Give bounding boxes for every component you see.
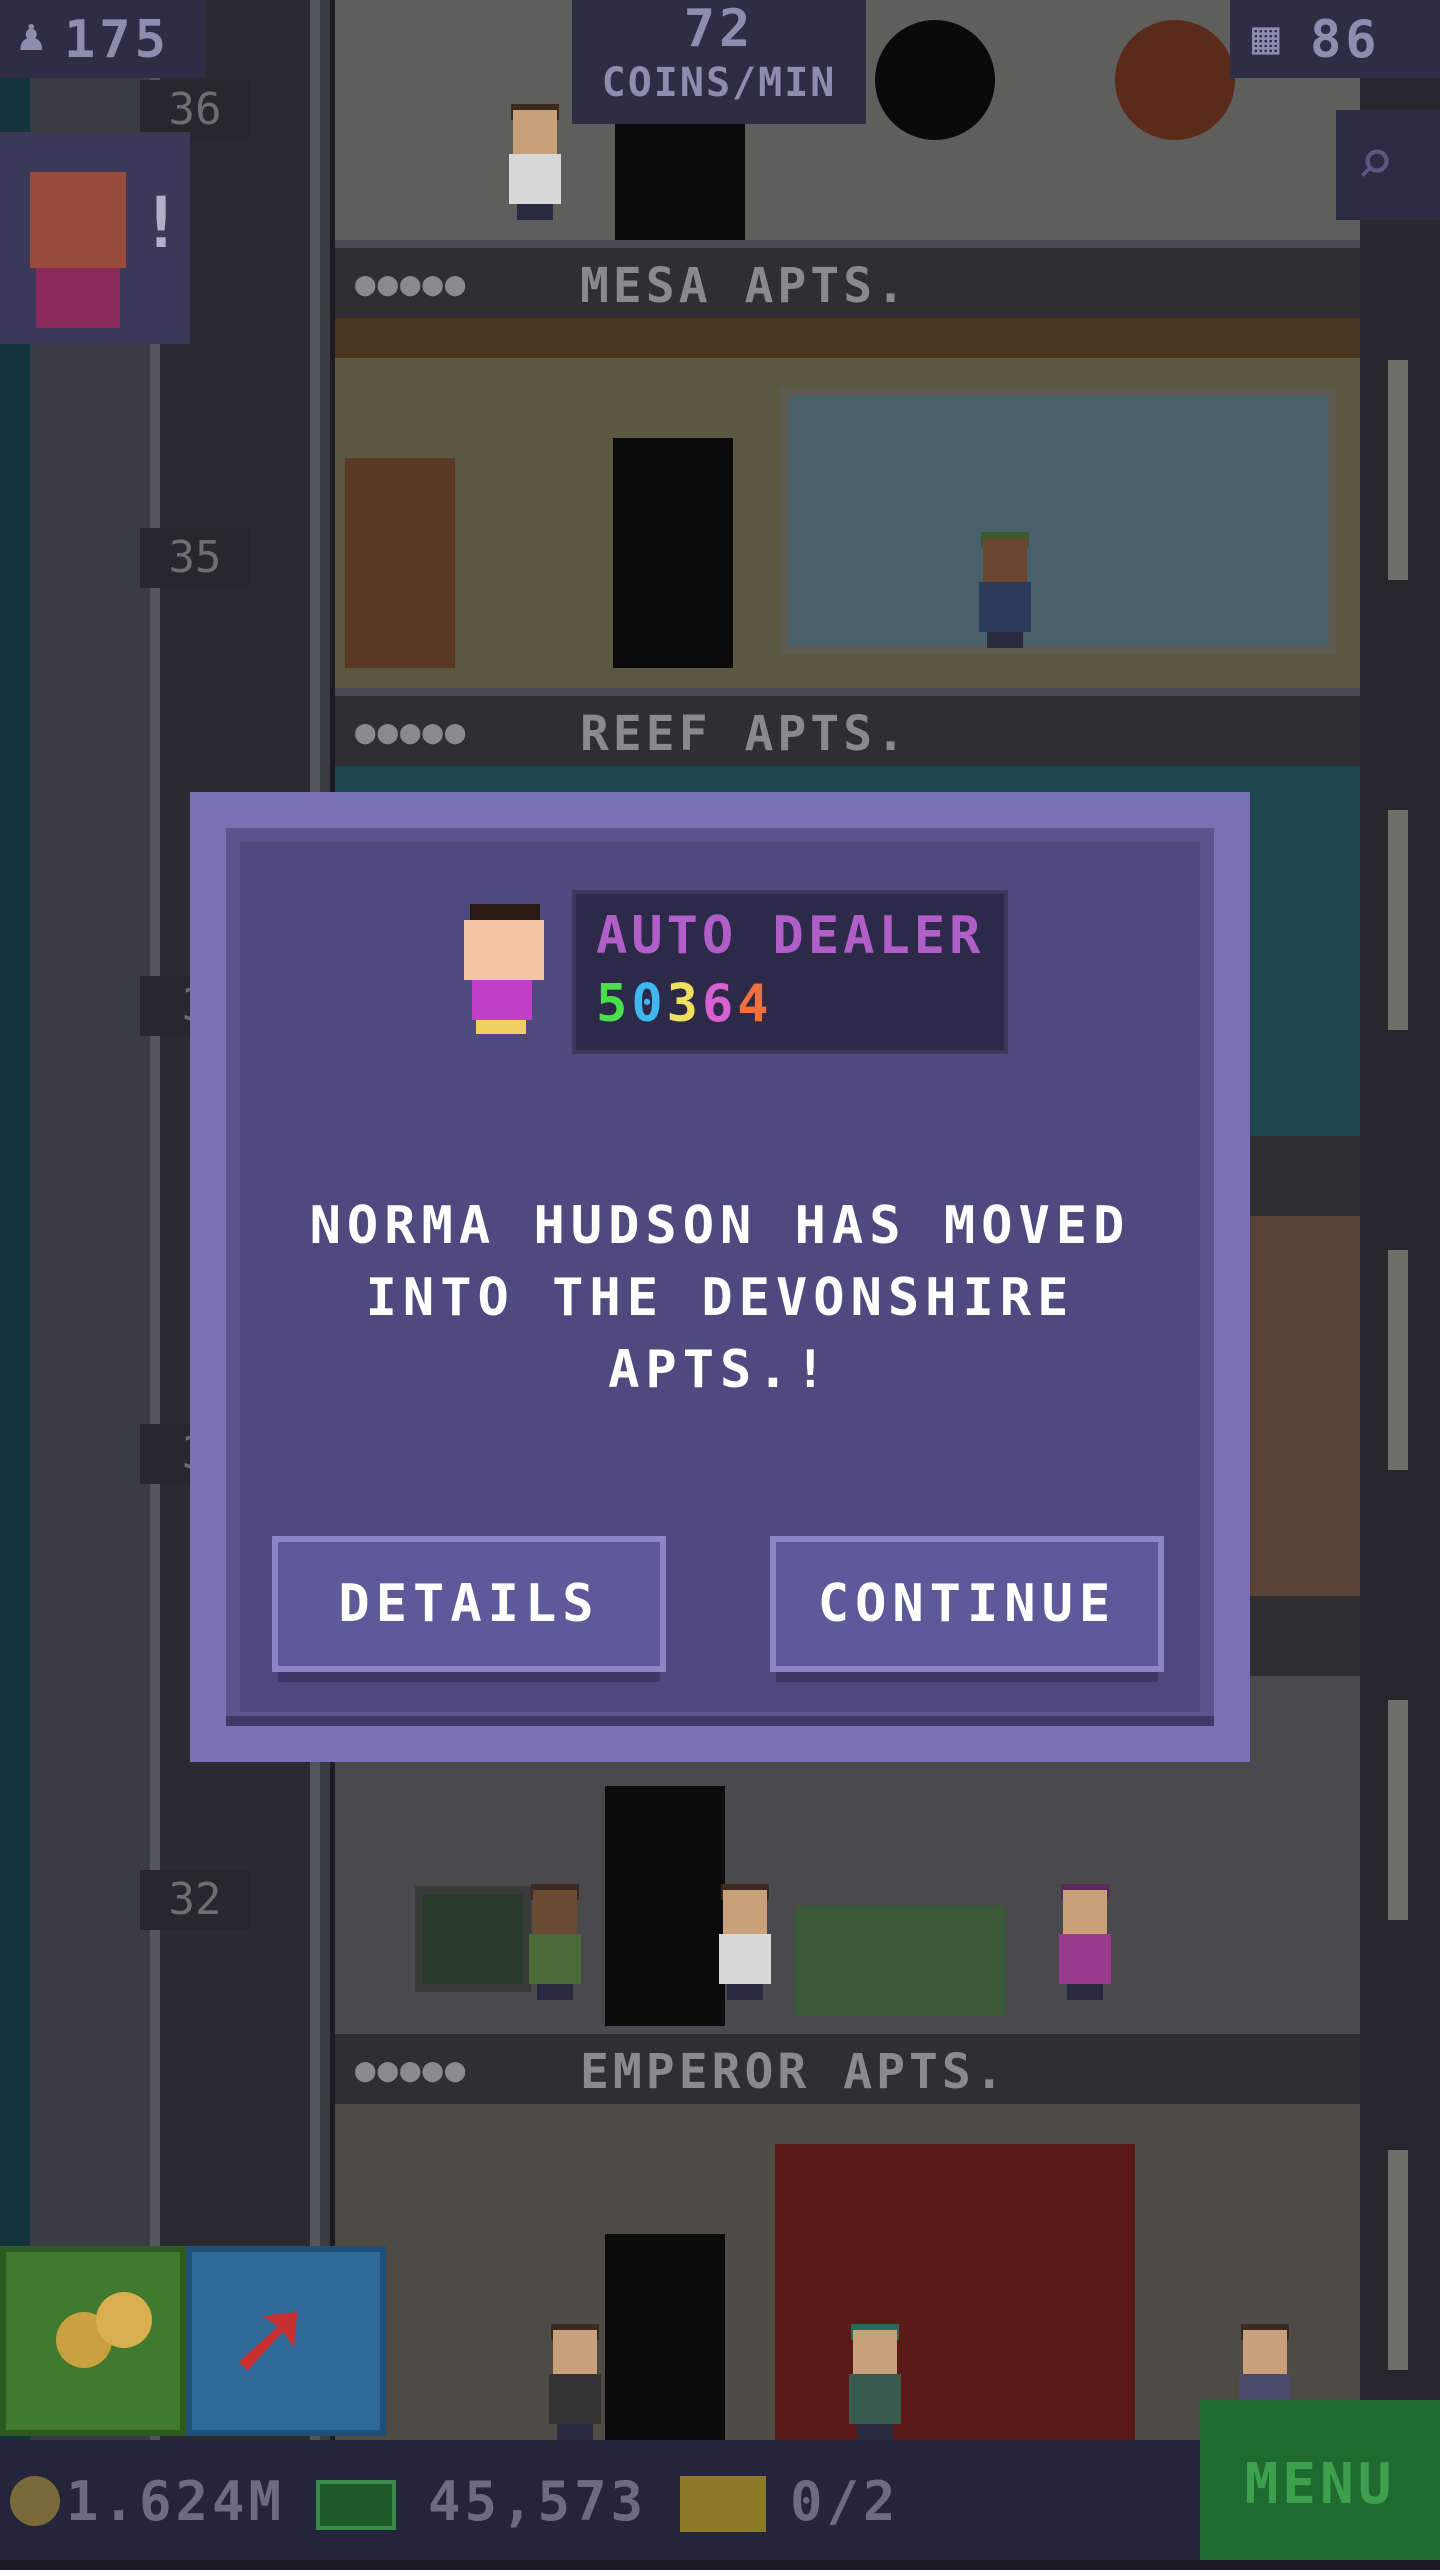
dream-job-digits: 50364 bbox=[596, 974, 773, 1034]
bux-icon bbox=[316, 2480, 396, 2530]
move-in-message: NORMA HUDSON HAS MOVED INTO THE DEVONSHI… bbox=[250, 1190, 1190, 1406]
tickets-value: 0/2 bbox=[790, 2470, 900, 2533]
skill-digit: 5 bbox=[596, 974, 632, 1034]
coins-value: 1.624M bbox=[66, 2470, 286, 2533]
skill-digit: 4 bbox=[737, 974, 773, 1034]
coin-icon bbox=[10, 2476, 60, 2526]
message-line: INTO THE DEVONSHIRE APTS.! bbox=[365, 1268, 1075, 1400]
elevator-up-button[interactable]: ➚ bbox=[186, 2246, 386, 2436]
menu-button[interactable]: MENU bbox=[1200, 2400, 1440, 2560]
job-badge: AUTO DEALER 50364 bbox=[572, 890, 1008, 1054]
ticket-icon bbox=[680, 2476, 766, 2532]
continue-button[interactable]: CONTINUE bbox=[770, 1536, 1164, 1682]
job-title: AUTO DEALER bbox=[596, 906, 985, 966]
message-line: NORMA HUDSON HAS MOVED bbox=[309, 1196, 1131, 1256]
skill-digit: 6 bbox=[701, 974, 738, 1034]
arrow-up-right-icon: ➚ bbox=[232, 2272, 305, 2411]
skill-digit: 0 bbox=[631, 974, 667, 1034]
resident-avatar bbox=[452, 904, 552, 1044]
coins-collect-button[interactable] bbox=[0, 2246, 186, 2436]
bux-value: 45,573 bbox=[428, 2470, 648, 2533]
details-button[interactable]: DETAILS bbox=[272, 1536, 666, 1682]
skill-digit: 3 bbox=[666, 974, 702, 1034]
